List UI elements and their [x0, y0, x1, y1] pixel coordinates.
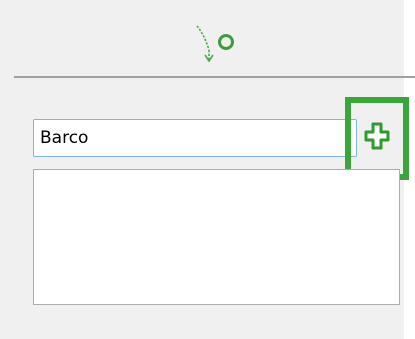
branch-arrow-icon	[194, 20, 240, 64]
items-list[interactable]	[33, 169, 400, 305]
name-input[interactable]	[33, 119, 357, 157]
add-button[interactable]	[345, 97, 409, 180]
header-divider	[14, 76, 415, 78]
plus-icon	[364, 122, 390, 150]
